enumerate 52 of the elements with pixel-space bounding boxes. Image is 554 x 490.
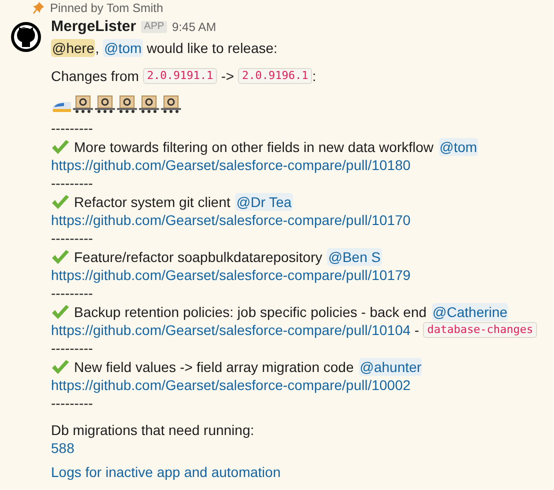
- check-icon: [51, 248, 69, 264]
- timestamp[interactable]: 9:45 AM: [172, 18, 216, 36]
- check-icon: [51, 358, 69, 374]
- intro-text: would like to release:: [146, 39, 278, 57]
- separator-text: ---------: [51, 394, 94, 412]
- changes-label: Changes from: [51, 67, 139, 85]
- version-code: 2.0.9191.1: [142, 68, 218, 84]
- mention-link[interactable]: @tom: [438, 138, 478, 156]
- rail-car-icon: [95, 95, 115, 113]
- author-name[interactable]: MergeLister: [51, 18, 136, 36]
- logs-link[interactable]: Logs for inactive app and automation: [51, 463, 538, 481]
- arrow-text: ->: [221, 67, 234, 85]
- mention-link[interactable]: @here: [51, 39, 96, 57]
- release-title: New field values -> field array migration code: [74, 358, 354, 376]
- mention-link[interactable]: @tom: [103, 39, 143, 57]
- release-title: Backup retention policies: job specific policies - back end: [74, 302, 427, 320]
- release-title: More towards filtering on other fields in new data workflow: [74, 138, 434, 156]
- separator-text: ---------: [51, 229, 94, 247]
- app-badge: APP: [141, 21, 168, 33]
- label-code: database-changes: [423, 322, 538, 338]
- separator-text: ---------: [51, 284, 94, 302]
- version-code: 2.0.9196.1: [238, 68, 312, 84]
- check-icon: [51, 194, 69, 210]
- mention-link[interactable]: @ahunter: [358, 358, 422, 376]
- check-icon: [51, 304, 69, 320]
- pinned-label: Pinned by Tom Smith: [50, 0, 164, 16]
- migrations-link[interactable]: 588: [51, 439, 538, 457]
- mention-link[interactable]: @Catherine: [432, 302, 508, 320]
- avatar-icon: [10, 21, 42, 53]
- colon-text: :: [312, 67, 316, 85]
- pull-request-link[interactable]: https://github.com/Gearset/salesforce-compare/pull/10179: [51, 266, 411, 284]
- pin-icon: [33, 2, 44, 14]
- separator-text: -: [414, 321, 420, 339]
- release-title: Feature/refactor soapbulkdatarepository: [74, 248, 322, 266]
- rail-car-icon: [73, 95, 93, 113]
- check-icon: [51, 138, 69, 154]
- pull-request-link[interactable]: https://github.com/Gearset/salesforce-compare/pull/10180: [51, 156, 411, 174]
- pull-request-link[interactable]: https://github.com/Gearset/salesforce-compare/pull/10104: [51, 321, 411, 339]
- mention-link[interactable]: @Dr Tea: [235, 192, 293, 210]
- pull-request-link[interactable]: https://github.com/Gearset/salesforce-compare/pull/10170: [51, 211, 411, 229]
- separator-text: ---------: [51, 174, 94, 192]
- rail-car-icon: [117, 95, 137, 113]
- rail-car-icon: [139, 95, 159, 113]
- release-title: Refactor system git client: [74, 192, 230, 210]
- migrations-label: Db migrations that need running:: [51, 421, 256, 439]
- rail-car-icon: [161, 95, 181, 113]
- mention-link[interactable]: @Ben S: [327, 248, 382, 266]
- separator-text: ---------: [51, 339, 94, 357]
- separator-text: ,: [95, 39, 100, 57]
- separator-text: ---------: [51, 119, 94, 137]
- train-engine-icon: [51, 99, 71, 113]
- pull-request-link[interactable]: https://github.com/Gearset/salesforce-compare/pull/10002: [51, 376, 411, 394]
